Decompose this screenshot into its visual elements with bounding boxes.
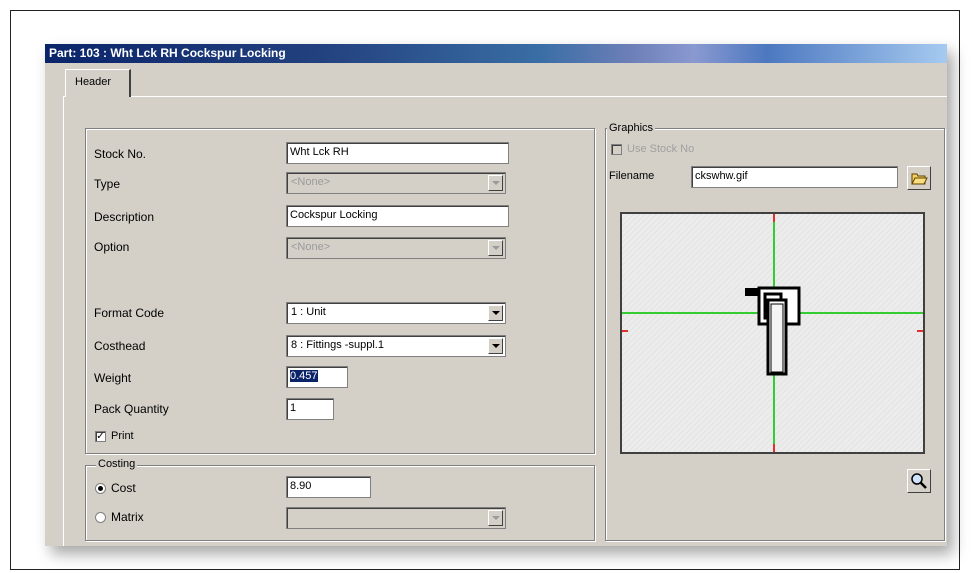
chevron-down-icon[interactable] xyxy=(488,338,503,354)
pack-quantity-label: Pack Quantity xyxy=(94,402,169,416)
type-select[interactable]: <None> xyxy=(286,172,506,194)
tab-header[interactable]: Header xyxy=(65,69,131,97)
costhead-select[interactable]: 8 : Fittings -suppl.1 xyxy=(286,335,506,357)
cost-label: Cost xyxy=(111,481,136,495)
description-field[interactable]: Cockspur Locking xyxy=(286,205,509,227)
use-stock-no-label: Use Stock No xyxy=(627,143,695,155)
chevron-down-icon[interactable] xyxy=(488,175,503,191)
title-bar[interactable]: Part: 103 : Wht Lck RH Cockspur Locking xyxy=(45,44,947,63)
weight-field[interactable]: 0.457 xyxy=(286,366,348,388)
format-code-label: Format Code xyxy=(94,306,165,320)
graphics-group-label: Graphics xyxy=(607,122,656,134)
stock-no-label: Stock No. xyxy=(94,147,147,161)
weight-label: Weight xyxy=(94,371,132,385)
option-select[interactable]: <None> xyxy=(286,237,506,259)
matrix-select[interactable] xyxy=(286,507,506,529)
filename-field[interactable]: ckswhw.gif xyxy=(691,166,898,188)
chevron-down-icon[interactable] xyxy=(488,240,503,256)
matrix-radio[interactable] xyxy=(95,512,106,523)
pack-quantity-field[interactable]: 1 xyxy=(286,398,334,420)
costhead-select-value: 8 : Fittings -suppl.1 xyxy=(291,339,384,351)
type-select-value: <None> xyxy=(291,176,331,188)
zoom-button[interactable] xyxy=(907,469,931,493)
window-title: Part: 103 : Wht Lck RH Cockspur Locking xyxy=(49,46,286,60)
description-label: Description xyxy=(94,210,155,224)
browse-button[interactable] xyxy=(907,166,931,190)
stock-no-field[interactable]: Wht Lck RH xyxy=(286,142,509,164)
filename-label: Filename xyxy=(609,170,655,182)
format-code-select[interactable]: 1 : Unit xyxy=(286,302,506,324)
option-label: Option xyxy=(94,240,130,254)
part-dialog: Part: 103 : Wht Lck RH Cockspur Locking … xyxy=(45,44,947,546)
costhead-label: Costhead xyxy=(94,339,146,353)
type-label: Type xyxy=(94,177,121,191)
folder-open-icon xyxy=(911,173,928,185)
use-stock-no-checkbox[interactable] xyxy=(611,144,622,155)
chevron-down-icon[interactable] xyxy=(488,510,503,526)
print-checkbox[interactable]: ✓ xyxy=(95,431,106,442)
part-drawing xyxy=(622,214,923,452)
cost-field[interactable]: 8.90 xyxy=(286,476,371,498)
option-select-value: <None> xyxy=(291,241,331,253)
cost-radio[interactable] xyxy=(95,483,106,494)
graphic-preview xyxy=(620,212,925,454)
magnifier-icon xyxy=(911,473,927,489)
format-code-select-value: 1 : Unit xyxy=(291,306,326,318)
weight-value: 0.457 xyxy=(290,370,318,382)
matrix-label: Matrix xyxy=(111,510,144,524)
chevron-down-icon[interactable] xyxy=(488,305,503,321)
print-label: Print xyxy=(111,430,134,442)
costing-group-label: Costing xyxy=(96,458,138,470)
